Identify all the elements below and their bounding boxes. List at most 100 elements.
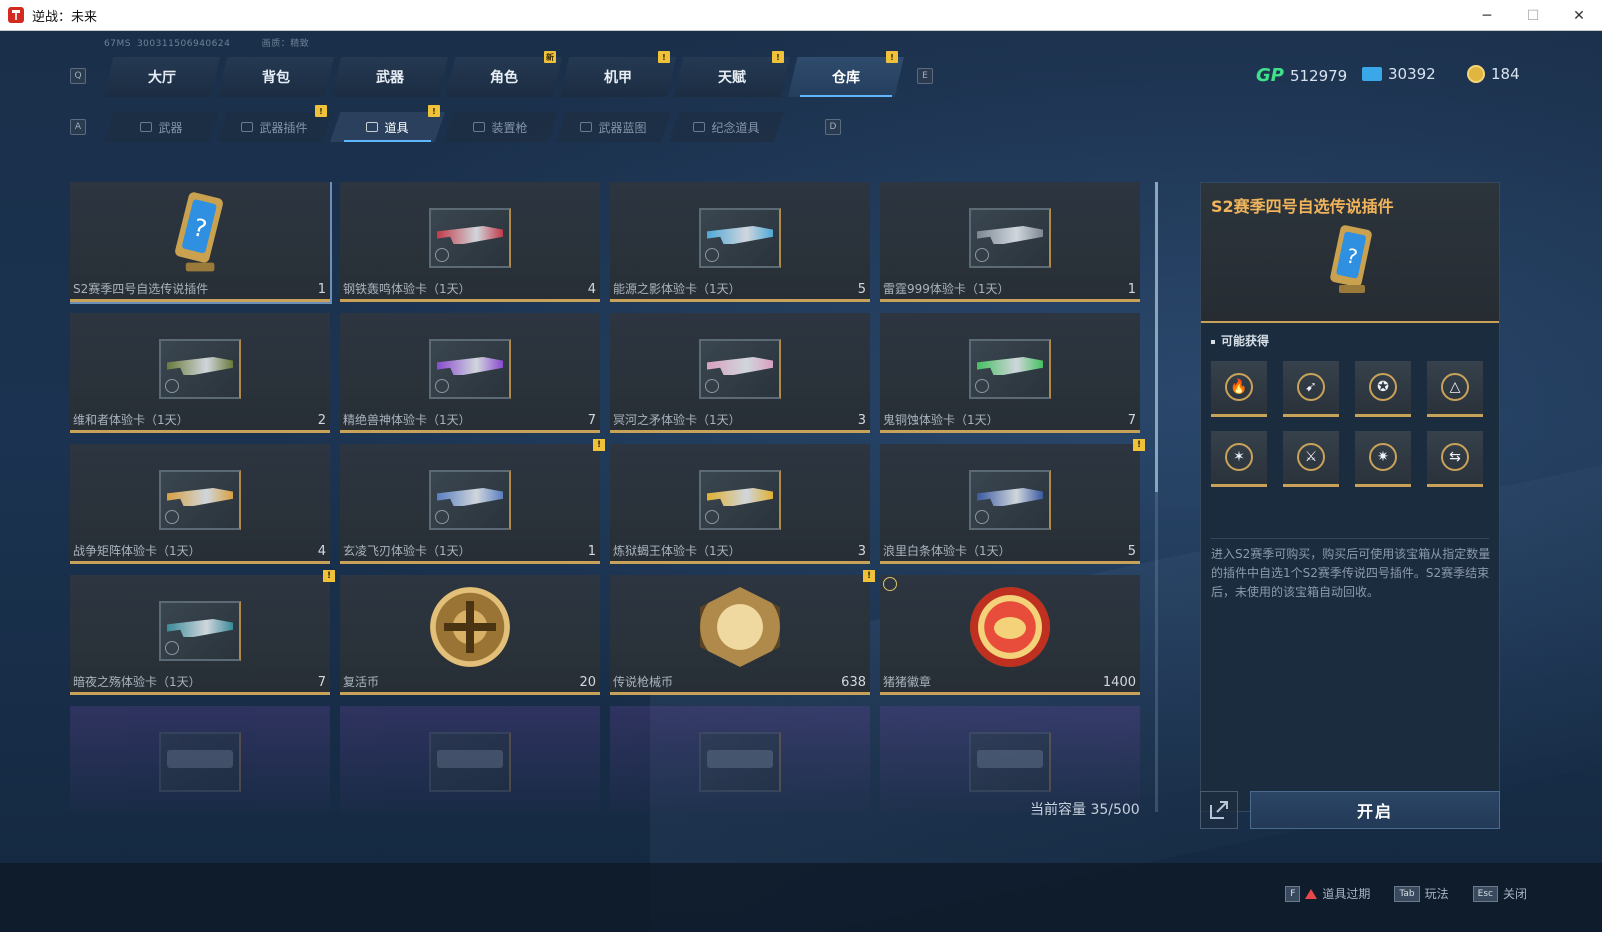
item-card-partial[interactable] <box>880 706 1140 812</box>
footer-hint-tab[interactable]: Tab 玩法 <box>1394 885 1449 902</box>
main-tab-label: 武器 <box>376 70 404 86</box>
tab-badge: ! <box>658 51 670 63</box>
ticket-icon <box>1362 67 1382 81</box>
sub-tab-icon <box>241 122 254 132</box>
clock-icon <box>705 379 719 393</box>
sub-tab-4[interactable]: 武器蓝图 <box>556 112 671 142</box>
item-card[interactable]: 暗夜之殇体验卡（1天） 7! <box>70 570 335 695</box>
clock-icon <box>975 510 989 524</box>
main-tab-2[interactable]: 武器 <box>332 57 448 97</box>
gun-icon <box>437 750 503 768</box>
gun-thumbnail <box>969 339 1051 399</box>
item-name: S2赛季四号自选传说插件 <box>73 282 209 296</box>
item-card[interactable]: 钢铁轰鸣体验卡（1天） 4 <box>340 182 600 302</box>
main-tab-4[interactable]: 机甲 <box>560 57 676 97</box>
coin-amount: 184 <box>1491 65 1520 83</box>
item-card[interactable]: 鬼铜蚀体验卡（1天） 7 <box>880 313 1140 433</box>
reward-slot[interactable]: ➹ <box>1283 361 1339 417</box>
sub-tab-0[interactable]: 武器 <box>104 112 219 142</box>
item-card[interactable]: 猪猪徽章 1400 <box>880 575 1140 695</box>
scrollbar-thumb[interactable] <box>1155 182 1158 492</box>
item-card-partial[interactable] <box>70 706 330 812</box>
sub-tab-5[interactable]: 纪念道具 <box>669 112 784 142</box>
item-card[interactable]: 玄凌飞刃体验卡（1天） 1! <box>340 439 605 564</box>
footer-hint-f[interactable]: F 道具过期 <box>1285 885 1370 902</box>
item-card-partial[interactable] <box>610 706 870 812</box>
main-tab-label: 背包 <box>262 70 290 86</box>
close-window-button[interactable]: ✕ <box>1556 0 1602 31</box>
item-card[interactable]: 炼狱蝎王体验卡（1天） 3 <box>610 444 870 564</box>
key-d-hint[interactable]: D <box>825 119 841 135</box>
gun-thumbnail <box>159 339 241 399</box>
main-tab-3[interactable]: 角色 <box>446 57 562 97</box>
gun-thumbnail <box>429 339 511 399</box>
key-q-hint[interactable]: Q <box>70 68 86 84</box>
item-card[interactable]: 能源之影体验卡（1天） 5 <box>610 182 870 302</box>
tab-badge: 新 <box>544 51 556 63</box>
item-name: 复活币 <box>343 675 380 689</box>
key-a-hint[interactable]: A <box>70 119 86 135</box>
item-card[interactable]: ? S2赛季四号自选传说插件 1 <box>70 182 332 304</box>
item-name: 鬼铜蚀体验卡（1天） <box>883 413 999 427</box>
gun-icon <box>437 357 503 375</box>
key-e-hint[interactable]: E <box>917 68 933 84</box>
blade-icon <box>437 488 503 506</box>
main-tab-1[interactable]: 背包 <box>218 57 334 97</box>
item-card[interactable]: 精绝兽神体验卡（1天） 7 <box>340 313 600 433</box>
spider-plugin-icon: ✷ <box>1369 443 1397 471</box>
gp-amount: 512979 <box>1289 66 1348 85</box>
main-tab-label: 天赋 <box>718 70 746 86</box>
blade-thumbnail <box>429 470 511 530</box>
mystery-card-icon: ? <box>175 192 223 272</box>
sub-tab-label: 道具 <box>384 120 409 135</box>
main-tab-6[interactable]: 仓库 <box>788 57 904 97</box>
gun-icon <box>977 226 1043 244</box>
footer-hint-esc[interactable]: Esc 关闭 <box>1472 885 1527 902</box>
gun-thumbnail <box>699 208 781 268</box>
item-card[interactable]: 雷霆999体验卡（1天） 1 <box>880 182 1140 302</box>
item-count: 3 <box>857 413 866 428</box>
item-card-partial[interactable] <box>340 706 600 812</box>
sub-tab-3[interactable]: 装置枪 <box>443 112 558 142</box>
reward-slot[interactable]: ⇆ <box>1427 431 1483 487</box>
gun-thumbnail <box>159 601 241 661</box>
item-count: 7 <box>1127 413 1136 428</box>
item-name: 能源之影体验卡（1天） <box>613 282 741 296</box>
ping-readout: 67MS <box>104 39 131 49</box>
item-scrollbar[interactable] <box>1155 182 1158 812</box>
item-card[interactable]: 传说枪械币 638! <box>610 570 875 695</box>
item-card[interactable]: 复活币 20 <box>340 575 600 695</box>
reward-slot[interactable]: ✷ <box>1355 431 1411 487</box>
reward-slot[interactable]: △ <box>1427 361 1483 417</box>
legend-gun-coin-icon <box>700 587 780 667</box>
footer-hint-label: 关闭 <box>1502 887 1527 901</box>
sub-tab-badge: ! <box>428 105 440 117</box>
gun-thumbnail <box>699 470 781 530</box>
reward-slot[interactable]: ✪ <box>1355 361 1411 417</box>
ticket-currency: 30392 <box>1362 65 1436 83</box>
item-card[interactable]: 维和者体验卡（1天） 2 <box>70 313 330 433</box>
main-tab-5[interactable]: 天赋 <box>674 57 790 97</box>
item-card[interactable]: 浪里白条体验卡（1天） 5! <box>880 439 1145 564</box>
item-name: 浪里白条体验卡（1天） <box>883 544 1011 558</box>
clock-icon <box>435 379 449 393</box>
share-button[interactable] <box>1200 791 1238 829</box>
main-tab-0[interactable]: 大厅 <box>104 57 220 97</box>
main-tab-label: 角色 <box>490 70 518 86</box>
minimize-button[interactable]: ─ <box>1464 0 1510 31</box>
blade-plugin-icon: ⚔ <box>1297 443 1325 471</box>
item-card[interactable]: 战争矩阵体验卡（1天） 4 <box>70 444 330 564</box>
item-card[interactable]: 冥河之矛体验卡（1天） 3 <box>610 313 870 433</box>
item-count: 4 <box>587 282 596 297</box>
app-logo-icon <box>8 7 24 23</box>
main-tab-label: 机甲 <box>604 70 632 86</box>
open-button[interactable]: 开启 <box>1250 791 1500 829</box>
item-name: 冥河之矛体验卡（1天） <box>613 413 741 427</box>
maximize-button[interactable]: ☐ <box>1510 0 1556 31</box>
gun-icon <box>977 750 1043 768</box>
reward-slot[interactable]: ✶ <box>1211 431 1267 487</box>
reward-slot[interactable]: 🔥 <box>1211 361 1267 417</box>
reward-slot[interactable]: ⚔ <box>1283 431 1339 487</box>
new-alert-badge: ! <box>1133 439 1145 451</box>
sub-tab-icon <box>473 122 486 132</box>
